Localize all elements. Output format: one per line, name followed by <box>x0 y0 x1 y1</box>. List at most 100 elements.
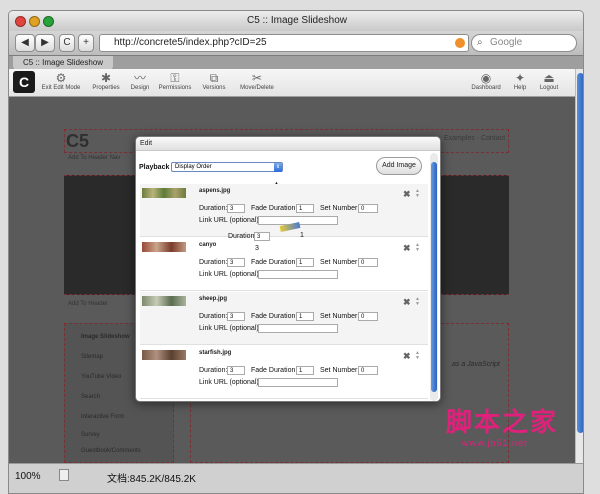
remove-icon[interactable]: ✖ <box>403 244 411 253</box>
zoom-window-button[interactable] <box>43 16 54 27</box>
browser-toolbar: ◀ ▶ C + http://concrete5/index.php?cID=2… <box>9 31 583 55</box>
fade-input[interactable]: 1 <box>296 204 314 213</box>
set-label: Set Number: <box>320 367 360 374</box>
set-input[interactable]: 0 <box>358 366 378 375</box>
reorder-arrows-icon[interactable]: ▲ ▼ <box>415 351 420 361</box>
zoom-level[interactable]: 100% <box>15 471 41 482</box>
tab-image-slideshow[interactable]: C5 :: Image Slideshow <box>13 56 113 70</box>
page-icon <box>59 469 69 481</box>
duration-input[interactable]: 3 <box>227 258 245 267</box>
status-info: 文档:845.2K/845.2K <box>107 474 196 485</box>
image-thumbnail <box>142 242 186 252</box>
exit-edit-mode-button[interactable]: ⚙ Exit Edit Mode <box>39 71 83 91</box>
logout-icon: ⏏ <box>543 71 555 85</box>
add-image-button[interactable]: Add Image <box>376 157 422 175</box>
versions-button[interactable]: ⧉ Versions <box>197 71 231 91</box>
tool-label: Logout <box>539 85 559 91</box>
rss-icon[interactable] <box>455 38 465 48</box>
dialog-scroll-thumb[interactable] <box>431 162 437 392</box>
image-thumbnail <box>142 188 186 198</box>
url-field[interactable]: http://concrete5/index.php?cID=25 <box>99 34 469 52</box>
link-input[interactable] <box>258 324 338 333</box>
reorder-arrows-icon[interactable]: ▲ ▼ <box>415 243 420 253</box>
remove-icon[interactable]: ✖ <box>403 190 411 199</box>
sidebar-item: Interactive Form <box>81 414 125 420</box>
versions-icon: ⧉ <box>209 71 219 85</box>
duration-input[interactable]: 3 <box>227 312 245 321</box>
sidebar-item: Sitemap <box>81 354 104 360</box>
help-icon: ✦ <box>514 71 526 85</box>
tool-label: Exit Edit Mode <box>41 85 81 91</box>
close-window-button[interactable] <box>15 16 26 27</box>
ghost-fade-value: 1 <box>300 232 304 239</box>
reload-button[interactable]: C <box>59 34 75 52</box>
image-filename: canyo <box>199 242 217 248</box>
scissors-icon: ✂ <box>251 71 263 85</box>
duration-input[interactable]: 3 <box>227 366 245 375</box>
dashboard-button[interactable]: ◉ Dashboard <box>469 71 503 91</box>
help-button[interactable]: ✦ Help <box>511 71 529 91</box>
page-scroll-thumb[interactable] <box>577 73 583 433</box>
link-input[interactable] <box>258 378 338 387</box>
set-input[interactable]: 0 <box>358 312 378 321</box>
search-placeholder: Google <box>490 37 523 48</box>
duration-label: Duration: <box>199 205 228 212</box>
page-scrollbar[interactable] <box>575 69 583 463</box>
minimize-window-button[interactable] <box>29 16 40 27</box>
nav-links: Examples · Contact <box>444 135 506 142</box>
status-bar: 100% 文档:845.2K/845.2K <box>9 463 583 493</box>
fade-label: Fade Duration: <box>251 367 298 374</box>
back-button[interactable]: ◀ <box>15 34 35 52</box>
sidebar-item: Search <box>81 394 101 400</box>
c5-logo[interactable]: C <box>13 71 35 93</box>
sidebar-item: YouTube Video <box>81 374 122 380</box>
image-row[interactable]: sheep.jpg ✖ ▲ ▼ Duration: 3 Fade Duration… <box>140 292 428 345</box>
nav-link: Examples <box>444 135 475 142</box>
image-filename: starfish.jpg <box>199 350 232 356</box>
tool-label: Versions <box>202 85 226 91</box>
sidebar-item: Image Slideshow <box>81 334 130 340</box>
tool-label: Design <box>130 85 150 91</box>
image-row[interactable]: starfish.jpg ✖ ▲ ▼ Duration: 3 Fade Durat… <box>140 346 428 399</box>
move-delete-button[interactable]: ✂ Move/Delete <box>235 71 279 91</box>
design-icon: 〰 <box>133 71 146 85</box>
tool-label: Move/Delete <box>240 85 274 91</box>
nav-link: Contact <box>480 135 506 142</box>
properties-icon: ✱ <box>100 71 112 85</box>
image-filename: sheep.jpg <box>199 296 228 302</box>
remove-icon[interactable]: ✖ <box>403 298 411 307</box>
dashboard-icon: ◉ <box>480 71 492 85</box>
window-title: C5 :: Image Slideshow <box>246 15 348 26</box>
add-bookmark-button[interactable]: + <box>78 34 94 52</box>
updown-arrows-icon: ⇕ <box>274 163 282 172</box>
fade-input[interactable]: 1 <box>296 366 314 375</box>
remove-icon[interactable]: ✖ <box>403 352 411 361</box>
fade-label: Fade Duration: <box>251 313 298 320</box>
playback-select[interactable]: Display Order ⇕ <box>171 162 283 172</box>
reorder-arrows-icon[interactable]: ▲ ▼ <box>415 189 420 199</box>
edit-dialog: Edit Playback Display Order ⇕ ▲ Add Imag… <box>135 136 441 402</box>
properties-button[interactable]: ✱ Properties <box>89 71 123 91</box>
permissions-button[interactable]: ⚿ Permissions <box>157 71 193 91</box>
image-thumbnail <box>142 350 186 360</box>
logout-button[interactable]: ⏏ Logout <box>535 71 563 91</box>
sidebar-item: Guestbook/Comments <box>81 448 141 454</box>
design-button[interactable]: 〰 Design <box>127 71 153 91</box>
image-filename: aspens.jpg <box>199 188 231 194</box>
reorder-arrows-icon[interactable]: ▲ ▼ <box>415 297 420 307</box>
watermark-text: 脚本之家 <box>446 408 559 438</box>
tool-label: Help <box>513 85 527 91</box>
dialog-scrollbar[interactable] <box>430 153 438 401</box>
search-field[interactable]: ⌕ Google <box>471 34 577 52</box>
link-label: Link URL (optional): <box>199 271 261 278</box>
image-list: aspens.jpg ✖ ▲ ▼ Duration: 3 Fade Duratio… <box>140 184 428 401</box>
set-input[interactable]: 0 <box>358 204 378 213</box>
fade-input[interactable]: 1 <box>296 258 314 267</box>
drag-ghost: Duration: 3 1 3 <box>220 221 340 258</box>
link-input[interactable] <box>258 270 338 279</box>
set-input[interactable]: 0 <box>358 258 378 267</box>
tool-label: Dashboard <box>471 85 501 91</box>
duration-input[interactable]: 3 <box>227 204 245 213</box>
fade-input[interactable]: 1 <box>296 312 314 321</box>
forward-button[interactable]: ▶ <box>35 34 55 52</box>
